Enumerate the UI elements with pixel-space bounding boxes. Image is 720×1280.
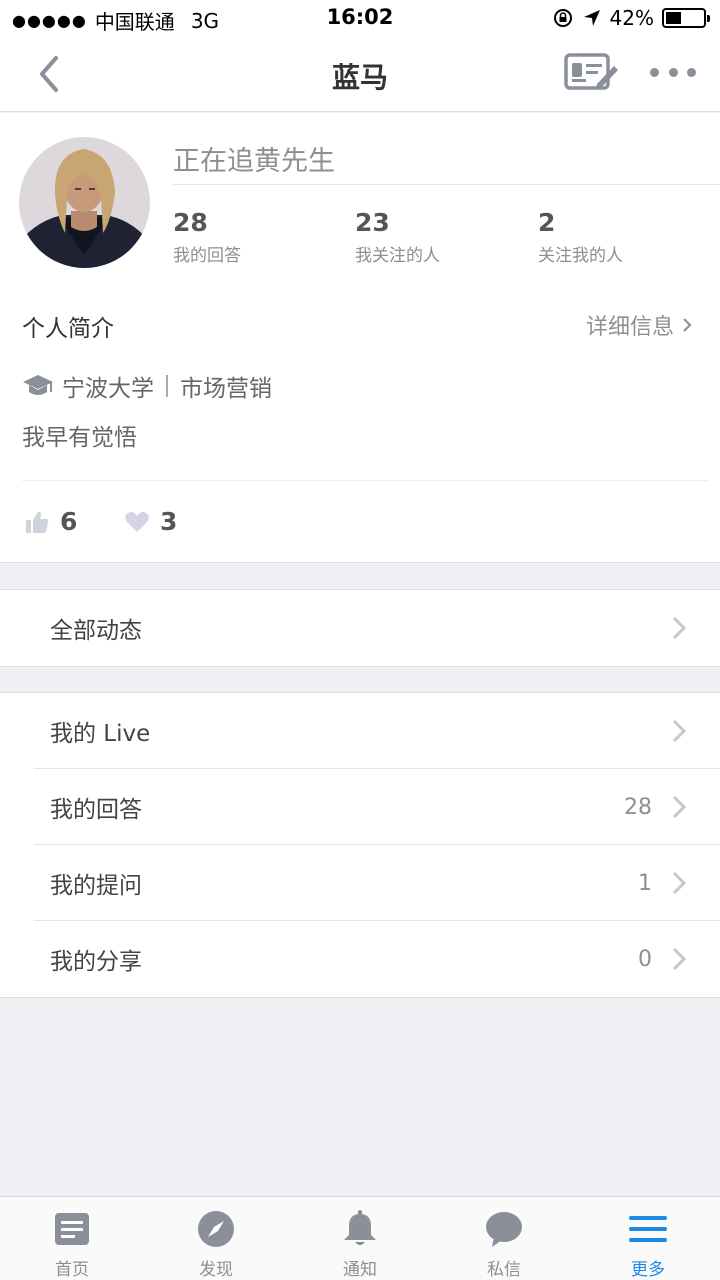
stat-value: 23 bbox=[355, 208, 390, 237]
tab-label: 发现 bbox=[199, 1260, 233, 1280]
thanks-value: 3 bbox=[160, 507, 178, 536]
location-arrow-icon bbox=[583, 10, 600, 26]
chevron-right-icon bbox=[672, 616, 686, 640]
stat-label: 我的回答 bbox=[173, 246, 241, 266]
major-name: 市场营销 bbox=[180, 376, 272, 402]
row-label: 全部动态 bbox=[50, 618, 142, 644]
row-count: 0 bbox=[638, 946, 652, 972]
bell-icon bbox=[344, 1210, 376, 1245]
thanks-count: 3 bbox=[124, 507, 177, 536]
stat-following[interactable]: 23 我关注的人 bbox=[355, 208, 440, 266]
all-activity-row[interactable]: 全部动态 bbox=[0, 590, 720, 666]
chevron-right-icon bbox=[672, 871, 686, 895]
bio-text: 我早有觉悟 bbox=[22, 425, 137, 451]
divider bbox=[173, 184, 720, 185]
likes-count: 6 bbox=[24, 507, 77, 536]
tab-home[interactable]: 首页 bbox=[0, 1197, 144, 1280]
compass-icon bbox=[198, 1211, 234, 1247]
tab-label: 首页 bbox=[55, 1260, 89, 1280]
tab-label: 更多 bbox=[631, 1260, 665, 1280]
chevron-right-icon bbox=[672, 795, 686, 819]
tab-label: 通知 bbox=[343, 1260, 377, 1280]
education-info: 宁波大学 市场营销 bbox=[22, 369, 272, 403]
row-label: 我的 Live bbox=[50, 721, 151, 747]
school-name: 宁波大学 bbox=[62, 376, 154, 402]
separator bbox=[166, 375, 168, 397]
detail-info-label: 详细信息 bbox=[585, 315, 674, 340]
nav-bar: 蓝马 bbox=[0, 36, 720, 112]
thumbs-up-icon bbox=[26, 511, 49, 533]
divider bbox=[22, 480, 708, 481]
row-label: 我的回答 bbox=[50, 797, 142, 823]
stat-followers[interactable]: 2 关注我的人 bbox=[538, 208, 623, 266]
tab-messages[interactable]: 私信 bbox=[432, 1197, 576, 1280]
chevron-right-icon bbox=[683, 318, 692, 332]
more-options-button[interactable] bbox=[650, 54, 696, 90]
stat-value: 28 bbox=[173, 208, 208, 237]
tab-more[interactable]: 更多 bbox=[576, 1197, 720, 1280]
chat-icon bbox=[486, 1212, 522, 1247]
menu-row-live[interactable]: 我的 Live bbox=[0, 693, 720, 769]
row-count: 28 bbox=[624, 794, 652, 820]
rotation-lock-icon bbox=[553, 9, 572, 27]
stat-label: 我关注的人 bbox=[355, 246, 440, 266]
profile-headline: 正在追黄先生 bbox=[173, 146, 335, 177]
menu-icon bbox=[629, 1216, 667, 1242]
likes-value: 6 bbox=[60, 507, 78, 536]
dot-icon bbox=[650, 67, 659, 77]
profile-card: 正在追黄先生 28 我的回答 23 我关注的人 2 关注我的人 个人简介 详细信… bbox=[0, 113, 720, 563]
battery-icon bbox=[662, 8, 710, 28]
tab-notifications[interactable]: 通知 bbox=[288, 1197, 432, 1280]
stat-answers[interactable]: 28 我的回答 bbox=[173, 208, 241, 266]
intro-label: 个人简介 bbox=[22, 316, 114, 342]
tab-bar: 首页 发现 通知 私信 更多 bbox=[0, 1196, 720, 1280]
menu-row-questions[interactable]: 我的提问 1 bbox=[0, 845, 720, 921]
my-content-section: 我的 Live 我的回答 28 我的提问 1 我的分享 0 bbox=[0, 692, 720, 998]
row-label: 我的分享 bbox=[50, 949, 142, 975]
stat-value: 2 bbox=[538, 208, 556, 237]
activity-section: 全部动态 bbox=[0, 589, 720, 667]
dot-icon bbox=[687, 67, 696, 77]
row-count: 1 bbox=[638, 870, 652, 896]
menu-row-answers[interactable]: 我的回答 28 bbox=[0, 769, 720, 845]
home-icon bbox=[55, 1213, 89, 1245]
tab-discover[interactable]: 发现 bbox=[144, 1197, 288, 1280]
edit-profile-card-icon[interactable] bbox=[564, 52, 620, 92]
graduation-cap-icon bbox=[23, 375, 53, 395]
battery-percent: 42% bbox=[609, 6, 654, 30]
status-bar: ●●●●● 中国联通 3G 16:02 42% bbox=[0, 0, 720, 36]
avatar[interactable] bbox=[19, 137, 150, 268]
heart-icon bbox=[125, 511, 149, 532]
row-label: 我的提问 bbox=[50, 873, 142, 899]
stat-label: 关注我的人 bbox=[538, 246, 623, 266]
dot-icon bbox=[668, 67, 678, 77]
chevron-right-icon bbox=[672, 947, 686, 971]
detail-info-link[interactable]: 详细信息 bbox=[586, 309, 692, 341]
chevron-right-icon bbox=[672, 719, 686, 743]
tab-label: 私信 bbox=[487, 1260, 521, 1280]
menu-row-shares[interactable]: 我的分享 0 bbox=[0, 921, 720, 997]
